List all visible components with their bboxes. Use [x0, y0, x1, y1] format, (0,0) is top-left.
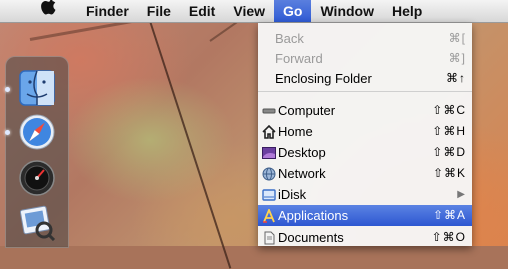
- menu-item-label: Documents: [278, 230, 344, 245]
- running-indicator: [5, 87, 10, 92]
- home-icon: [262, 124, 276, 139]
- menu-item-label: Applications: [278, 208, 349, 223]
- menu-item-home[interactable]: Home ⇧⌘H: [258, 121, 472, 142]
- menu-item-shortcut: ⇧⌘K: [432, 166, 466, 180]
- dashboard-icon[interactable]: [18, 159, 56, 197]
- menu-item-shortcut: ⇧⌘O: [431, 230, 466, 244]
- submenu-arrow-icon: ▶: [457, 189, 466, 200]
- apple-logo-icon[interactable]: [34, 0, 64, 23]
- menu-item-label: Home: [278, 124, 313, 139]
- running-indicator: [5, 130, 10, 135]
- menu-item-shortcut: ⇧⌘A: [432, 208, 466, 222]
- menu-item-back[interactable]: Back ⌘[: [258, 28, 472, 49]
- menu-item-shortcut: ⌘↑: [446, 71, 466, 85]
- menu-item-label: Enclosing Folder: [275, 71, 372, 86]
- menu-item-label: Back: [275, 31, 304, 46]
- menu-item-label: Network: [278, 166, 326, 181]
- menu-window[interactable]: Window: [311, 0, 383, 22]
- safari-icon[interactable]: [18, 113, 56, 151]
- menu-item-shortcut: ⌘[: [448, 31, 466, 45]
- menu-finder[interactable]: Finder: [82, 0, 138, 22]
- menu-file[interactable]: File: [138, 0, 180, 22]
- menu-item-shortcut: ⇧⌘C: [432, 103, 466, 117]
- computer-icon: [262, 103, 276, 117]
- menu-item-forward[interactable]: Forward ⌘]: [258, 48, 472, 69]
- menu-item-shortcut: ⇧⌘D: [432, 145, 466, 159]
- menu-separator: [258, 91, 472, 92]
- desktop-icon: [262, 145, 276, 159]
- menu-edit[interactable]: Edit: [180, 0, 224, 22]
- menu-item-documents[interactable]: Documents ⇧⌘O: [258, 227, 472, 248]
- menu-help[interactable]: Help: [383, 0, 431, 22]
- dock: [5, 56, 69, 248]
- menu-view[interactable]: View: [224, 0, 274, 22]
- menu-item-enclosing-folder[interactable]: Enclosing Folder ⌘↑: [258, 68, 472, 89]
- menu-item-applications[interactable]: Applications ⇧⌘A: [258, 205, 472, 226]
- documents-icon: [262, 230, 276, 245]
- menu-item-computer[interactable]: Computer ⇧⌘C: [258, 100, 472, 121]
- preview-icon[interactable]: [18, 203, 56, 242]
- leaf-vein: [149, 20, 232, 269]
- menu-item-idisk[interactable]: iDisk ▶: [258, 184, 472, 205]
- menu-item-desktop[interactable]: Desktop ⇧⌘D: [258, 142, 472, 163]
- menu-item-shortcut: ⇧⌘H: [432, 124, 466, 138]
- menu-item-label: Desktop: [278, 145, 326, 160]
- menu-item-label: Forward: [275, 51, 323, 66]
- finder-icon[interactable]: [18, 69, 56, 107]
- menu-bar: Finder File Edit View Go Window Help: [0, 0, 508, 23]
- menu-item-label: iDisk: [278, 187, 307, 202]
- menu-go[interactable]: Go: [274, 0, 312, 22]
- idisk-icon: [262, 187, 276, 201]
- network-icon: [262, 166, 276, 181]
- menu-item-network[interactable]: Network ⇧⌘K: [258, 163, 472, 184]
- menu-item-label: Computer: [278, 103, 336, 118]
- applications-icon: [262, 207, 276, 223]
- menu-item-shortcut: ⌘]: [448, 51, 466, 65]
- go-menu: Back ⌘[ Forward ⌘] Enclosing Folder ⌘↑ C…: [258, 23, 472, 246]
